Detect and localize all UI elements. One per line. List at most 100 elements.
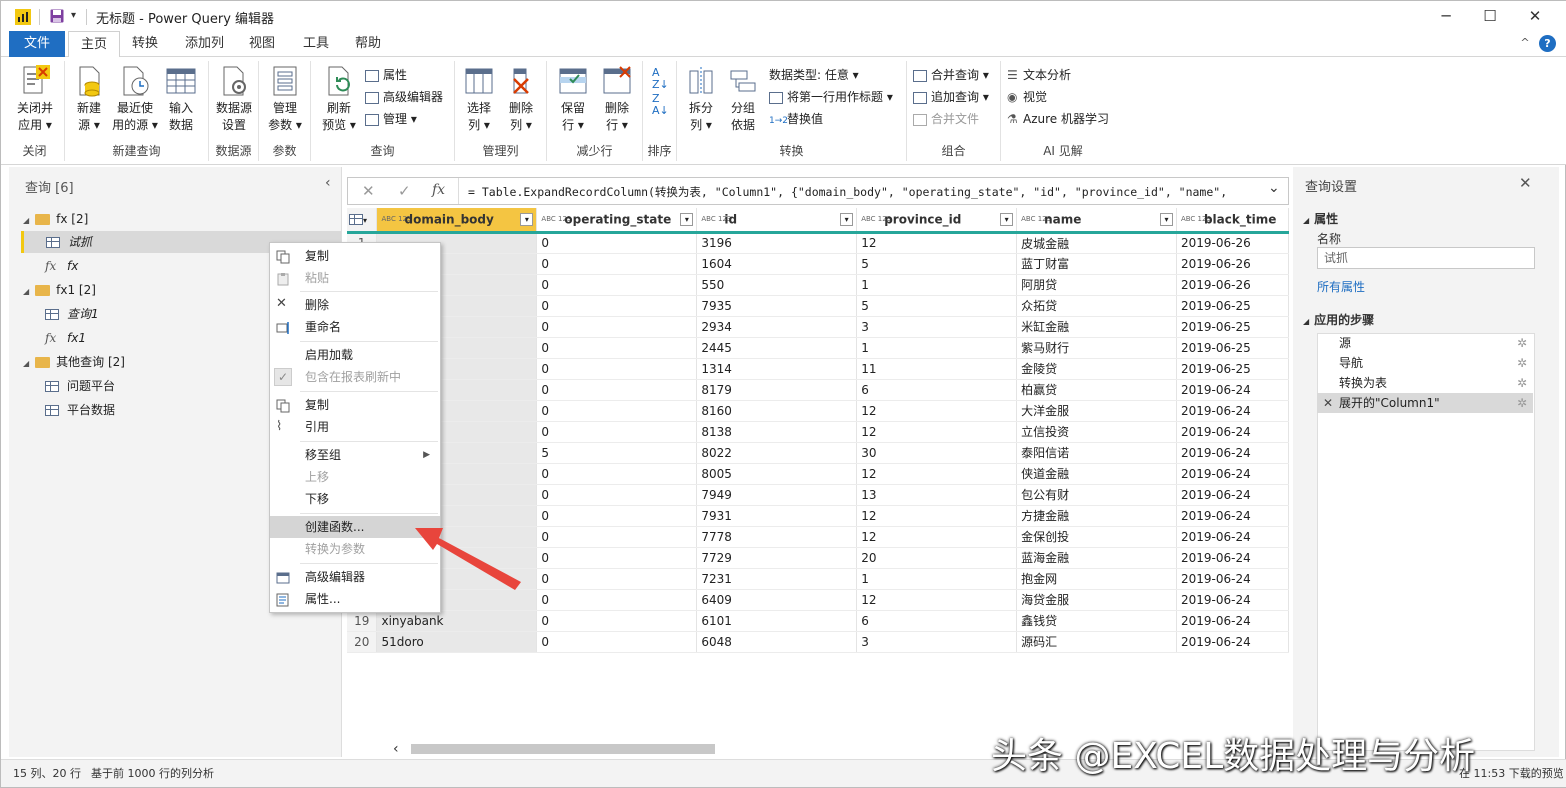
column-filter-button[interactable]: ▾ [520, 213, 534, 226]
advanced-editor-button[interactable]: 高级编辑器 [365, 87, 443, 107]
first-row-header-button[interactable]: 将第一行用作标题 ▾ [769, 87, 893, 107]
table-cell[interactable]: 2019-06-24 [1176, 400, 1290, 422]
table-cell[interactable]: 6048 [696, 631, 858, 653]
table-cell[interactable]: 3 [856, 631, 1018, 653]
table-cell[interactable]: 1 [856, 568, 1018, 590]
keep-rows-button[interactable]: 保留 行 ▾ [553, 63, 593, 134]
close-apply-button[interactable]: 关闭并 应用 ▾ [9, 63, 61, 134]
table-cell[interactable]: 5 [856, 295, 1018, 317]
table-cell[interactable]: 侠道金融 [1016, 463, 1177, 485]
column-header-black-time[interactable]: ABC 123black_time [1176, 208, 1290, 234]
sort-descending-icon[interactable]: Z A↓ [652, 93, 669, 117]
data-source-settings-button[interactable]: 数据源 设置 [211, 63, 257, 134]
table-cell[interactable]: 金保创投 [1016, 526, 1177, 548]
table-cell[interactable]: 20 [856, 547, 1018, 569]
gear-icon[interactable]: ✲ [1517, 373, 1527, 393]
table-cell[interactable]: 5 [536, 442, 698, 464]
table-cell[interactable]: 0 [536, 232, 698, 254]
tab-add-column[interactable]: 添加列 [173, 31, 236, 57]
table-cell[interactable]: 0 [536, 589, 698, 611]
refresh-preview-button[interactable]: 刷新 预览 ▾ [317, 63, 361, 134]
tab-file[interactable]: 文件 [9, 31, 65, 57]
table-cell[interactable]: 12 [856, 421, 1018, 443]
table-cell[interactable]: 立信投资 [1016, 421, 1177, 443]
applied-step-to-table[interactable]: 转换为表 ✲ [1317, 373, 1533, 393]
confirm-formula-icon[interactable]: ✓ [398, 182, 411, 200]
table-cell[interactable]: 2019-06-24 [1176, 589, 1290, 611]
query-group-fx[interactable]: ◢ fx [2] [23, 208, 88, 230]
table-cell[interactable]: 6101 [696, 610, 858, 632]
table-cell[interactable]: 1 [856, 274, 1018, 296]
close-window-button[interactable]: ✕ [1520, 5, 1550, 27]
table-cell[interactable]: 6 [856, 379, 1018, 401]
applied-step-source[interactable]: 源 ✲ [1317, 333, 1533, 353]
help-icon[interactable]: ? [1539, 35, 1556, 52]
applied-steps-header[interactable]: ◢ 应用的步骤 [1303, 311, 1374, 328]
table-cell[interactable]: 0 [536, 358, 698, 380]
table-cell[interactable]: 12 [856, 463, 1018, 485]
table-cell[interactable]: 12 [856, 526, 1018, 548]
table-cell[interactable]: 1 [856, 337, 1018, 359]
table-cell[interactable]: 8138 [696, 421, 858, 443]
table-cell[interactable]: 2019-06-26 [1176, 274, 1290, 296]
table-cell[interactable]: 12 [856, 589, 1018, 611]
table-cell[interactable]: 2019-06-25 [1176, 316, 1290, 338]
column-header-province-id[interactable]: ABC 123province_id ▾ [856, 208, 1018, 234]
formula-input[interactable]: = Table.ExpandRecordColumn(转换为表, "Column… [468, 184, 1258, 200]
table-cell[interactable]: 11 [856, 358, 1018, 380]
scroll-left-icon[interactable]: ‹ [393, 741, 399, 757]
table-cell[interactable]: 51doro [376, 631, 538, 653]
table-cell[interactable]: 12 [856, 232, 1018, 254]
table-cell[interactable]: 鑫钱贷 [1016, 610, 1177, 632]
table-cell[interactable]: 7935 [696, 295, 858, 317]
enter-data-button[interactable]: 输入 数据 [161, 63, 201, 134]
tab-transform[interactable]: 转换 [120, 31, 170, 57]
table-cell[interactable]: 3196 [696, 232, 858, 254]
table-cell[interactable]: 2019-06-24 [1176, 568, 1290, 590]
table-cell[interactable]: 8160 [696, 400, 858, 422]
table-cell[interactable]: 6409 [696, 589, 858, 611]
table-cell[interactable]: 2019-06-24 [1176, 484, 1290, 506]
column-header-id[interactable]: ABC 123id ▾ [696, 208, 858, 234]
query-name-input[interactable]: 试抓 [1317, 247, 1535, 269]
table-cell[interactable]: 2019-06-25 [1176, 337, 1290, 359]
column-filter-button[interactable]: ▾ [680, 213, 694, 226]
table-cell[interactable]: 6 [856, 610, 1018, 632]
table-cell[interactable]: 2445 [696, 337, 858, 359]
table-cell[interactable]: 0 [536, 379, 698, 401]
table-cell[interactable]: 金陵贷 [1016, 358, 1177, 380]
properties-section-header[interactable]: ◢ 属性 [1303, 210, 1338, 227]
table-cell[interactable]: 0 [536, 484, 698, 506]
query-item-platform-data[interactable]: 平台数据 [45, 399, 115, 421]
column-filter-button[interactable]: ▾ [840, 213, 854, 226]
delete-step-icon[interactable]: ✕ [1323, 393, 1333, 413]
gear-icon[interactable]: ✲ [1517, 333, 1527, 353]
table-cell[interactable]: 0 [536, 400, 698, 422]
table-cell[interactable]: 0 [536, 463, 698, 485]
menu-item-include-refresh[interactable]: ✓ 包含在报表刷新中 [270, 366, 440, 388]
replace-values-button[interactable]: 1→2替换值 [769, 109, 823, 129]
table-cell[interactable]: 12 [856, 400, 1018, 422]
menu-item-enable-load[interactable]: 启用加载 [270, 344, 440, 366]
merge-queries-button[interactable]: 合并查询 ▾ [913, 65, 989, 85]
table-cell[interactable]: 2019-06-26 [1176, 232, 1290, 254]
combine-files-button[interactable]: 合并文件 [913, 109, 979, 129]
sort-ascending-icon[interactable]: A Z↓ [652, 67, 669, 91]
column-header-domain-body[interactable]: ABC 123domain_body ▾ [376, 208, 538, 234]
table-cell[interactable]: 0 [536, 316, 698, 338]
table-cell[interactable]: 0 [536, 295, 698, 317]
table-cell[interactable]: 0 [536, 421, 698, 443]
table-cell[interactable]: xinyabank [376, 610, 538, 632]
quick-access-dropdown-icon[interactable]: ▾ [71, 10, 76, 21]
row-number[interactable]: 19 [347, 610, 378, 632]
table-cell[interactable]: 紫马财行 [1016, 337, 1177, 359]
table-cell[interactable]: 2019-06-24 [1176, 631, 1290, 653]
table-cell[interactable]: 7231 [696, 568, 858, 590]
query-group-fx1[interactable]: ◢ fx1 [2] [23, 279, 96, 301]
append-queries-button[interactable]: 追加查询 ▾ [913, 87, 989, 107]
table-cell[interactable]: 0 [536, 337, 698, 359]
table-cell[interactable]: 7778 [696, 526, 858, 548]
table-cell[interactable]: 2019-06-24 [1176, 610, 1290, 632]
table-cell[interactable]: 13 [856, 484, 1018, 506]
table-cell[interactable]: 2019-06-24 [1176, 421, 1290, 443]
